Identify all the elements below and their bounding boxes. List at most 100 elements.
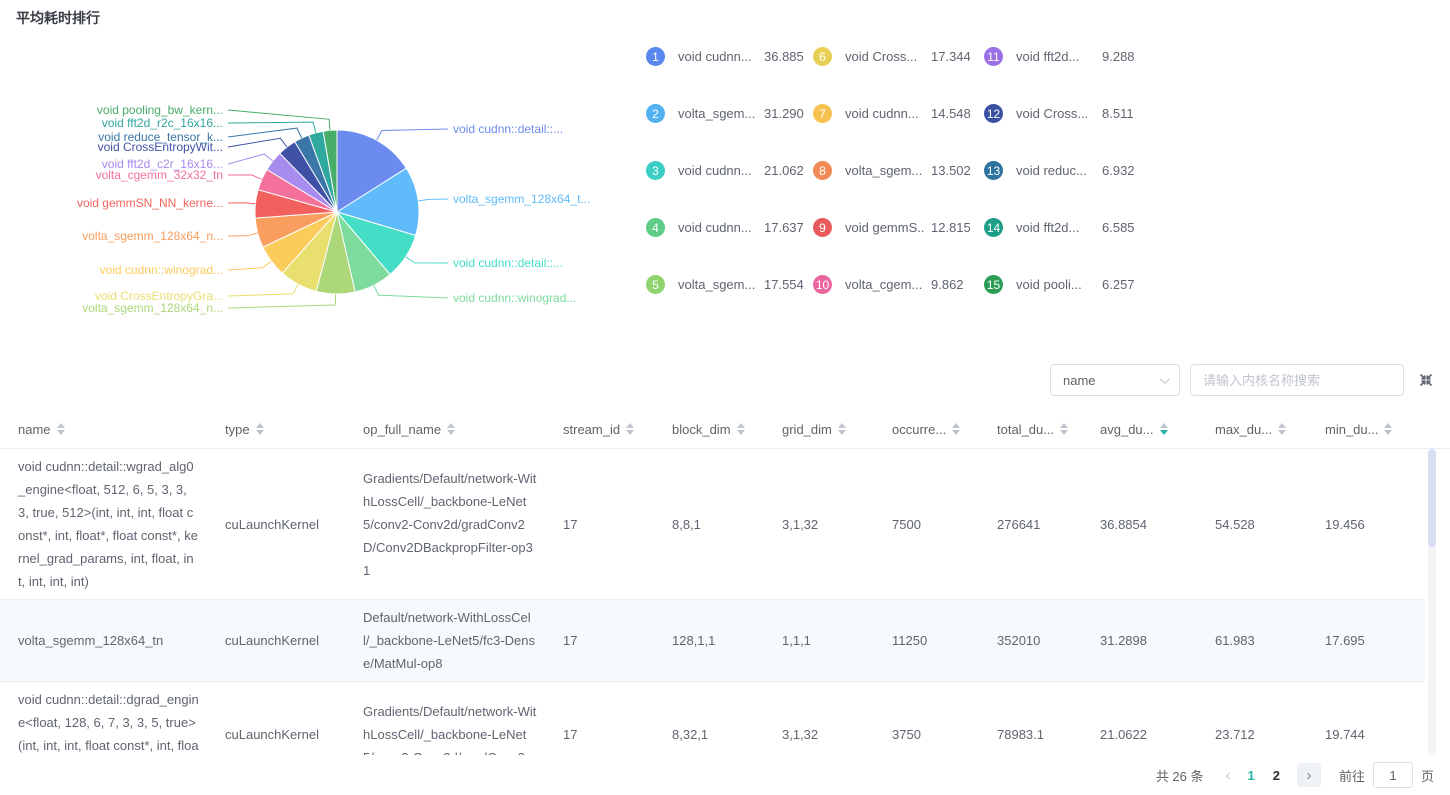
- column-header-name[interactable]: name: [0, 422, 207, 437]
- pie-label: void fft2d_r2c_16x16...: [102, 116, 223, 130]
- cell-grid_dim: 3,1,32: [764, 507, 874, 542]
- scrollbar-thumb[interactable]: [1428, 449, 1436, 547]
- column-header-type[interactable]: type: [207, 422, 345, 437]
- page-number-2[interactable]: 2: [1273, 768, 1280, 783]
- pie-label: void cudnn::winograd...: [453, 291, 576, 305]
- page-numbers: 12: [1239, 768, 1289, 783]
- column-header-op_full_name[interactable]: op_full_name: [345, 422, 545, 437]
- cell-max_duration: 23.712: [1197, 717, 1307, 752]
- column-label: block_dim: [672, 422, 731, 437]
- cell-block_dim: 128,1,1: [654, 623, 764, 658]
- cell-min_duration: 17.695: [1307, 623, 1425, 658]
- cell-total_duration: 78983.1: [979, 717, 1082, 752]
- legend-item[interactable]: 3void cudnn...21.062: [646, 142, 813, 199]
- legend-item[interactable]: 2volta_sgem...31.290: [646, 85, 813, 142]
- cell-name: void cudnn::detail::wgrad_alg0_engine<fl…: [0, 449, 207, 599]
- legend-item[interactable]: 4void cudnn...17.637: [646, 199, 813, 256]
- column-header-min_duration[interactable]: min_du...: [1307, 422, 1425, 437]
- legend-item[interactable]: 13void reduc...6.932: [984, 142, 1149, 199]
- chevron-down-icon: [1160, 374, 1170, 384]
- legend-item[interactable]: 5volta_sgem...17.554: [646, 256, 813, 313]
- prev-page-button[interactable]: ‹: [1226, 767, 1231, 784]
- cell-op_full_name: Default/network-WithLossCell/_backbone-L…: [345, 600, 545, 681]
- column-header-avg_duration[interactable]: avg_du...: [1082, 422, 1197, 437]
- column-header-grid_dim[interactable]: grid_dim: [764, 422, 874, 437]
- column-header-block_dim[interactable]: block_dim: [654, 422, 764, 437]
- column-label: name: [18, 422, 51, 437]
- rank-badge: 6: [813, 47, 832, 66]
- table-row: volta_sgemm_128x64_tncuLaunchKernelDefau…: [0, 600, 1425, 682]
- column-label: type: [225, 422, 250, 437]
- pagination-total: 共 26 条: [1156, 766, 1204, 785]
- column-label: occurre...: [892, 422, 946, 437]
- legend-avg-value: 9.862: [931, 277, 964, 292]
- fullscreen-icon[interactable]: [1418, 372, 1434, 388]
- column-header-occurrence[interactable]: occurre...: [874, 422, 979, 437]
- legend-kernel-name: void reduc...: [1016, 163, 1096, 178]
- legend-avg-value: 6.257: [1102, 277, 1135, 292]
- cell-name: void cudnn::detail::dgrad_engine<float, …: [0, 682, 207, 755]
- column-header-max_duration[interactable]: max_du...: [1197, 422, 1307, 437]
- legend-kernel-name: void cudnn...: [845, 106, 925, 121]
- column-header-stream_id[interactable]: stream_id: [545, 422, 654, 437]
- pie-label-line: [228, 138, 287, 147]
- pie-label: void CrossEntropyGra...: [95, 289, 223, 303]
- goto-label: 前往: [1339, 766, 1365, 785]
- pie-label: void gemmSN_NN_kerne...: [77, 196, 223, 210]
- pie-label-line: [406, 257, 448, 263]
- pie-label-line: [374, 285, 448, 298]
- cell-stream_id: 17: [545, 623, 654, 658]
- cell-block_dim: 8,32,1: [654, 717, 764, 752]
- legend-item[interactable]: 6void Cross...17.344: [813, 28, 984, 85]
- legend-avg-value: 8.511: [1102, 106, 1134, 121]
- table-header-row: name type op_full_name stream_id block_dim gr…: [0, 410, 1450, 448]
- legend-avg-value: 9.288: [1102, 49, 1135, 64]
- sort-carets-icon: [57, 423, 65, 435]
- sort-carets-icon: [838, 423, 846, 435]
- cell-occurrence: 11250: [874, 623, 979, 658]
- legend-kernel-name: void fft2d...: [1016, 220, 1096, 235]
- sort-carets-icon: [256, 423, 264, 435]
- sort-carets-icon: [737, 423, 745, 435]
- legend-item[interactable]: 11void fft2d...9.288: [984, 28, 1149, 85]
- filter-field-select[interactable]: name: [1050, 364, 1180, 396]
- rank-badge: 11: [984, 47, 1003, 66]
- sort-carets-icon: [1384, 423, 1392, 435]
- legend-item[interactable]: 12void Cross...8.511: [984, 85, 1149, 142]
- sort-carets-icon: [447, 423, 455, 435]
- cell-op_full_name: Gradients/Default/network-WithLossCell/_…: [345, 694, 545, 756]
- sort-carets-icon: [1160, 423, 1168, 435]
- column-header-total_duration[interactable]: total_du...: [979, 422, 1082, 437]
- legend-kernel-name: void cudnn...: [678, 163, 758, 178]
- page-number-1[interactable]: 1: [1248, 768, 1255, 783]
- kernel-table: name type op_full_name stream_id block_dim gr…: [0, 410, 1450, 755]
- filter-field-value: name: [1063, 373, 1096, 388]
- kernel-search-input[interactable]: [1190, 364, 1404, 396]
- cell-avg_duration: 36.8854: [1082, 507, 1197, 542]
- cell-total_duration: 352010: [979, 623, 1082, 658]
- legend-item[interactable]: 14void fft2d...6.585: [984, 199, 1149, 256]
- column-label: op_full_name: [363, 422, 441, 437]
- cell-grid_dim: 1,1,1: [764, 623, 874, 658]
- pie-label: void fft2d_c2r_16x16...: [102, 157, 223, 171]
- cell-avg_duration: 31.2898: [1082, 623, 1197, 658]
- cell-stream_id: 17: [545, 717, 654, 752]
- legend-item[interactable]: 7 void cudnn... 14.548: [813, 85, 984, 142]
- sort-carets-icon: [952, 423, 960, 435]
- rank-badge: 7: [813, 104, 832, 123]
- pie-label-line: [228, 261, 271, 270]
- pie-label-line: [228, 154, 273, 164]
- pie-label-line: [228, 294, 336, 308]
- pie-label: void cudnn::winograd...: [100, 263, 223, 277]
- legend-item[interactable]: 1void cudnn...36.885: [646, 28, 813, 85]
- legend-item[interactable]: 9void gemmS...12.815: [813, 199, 984, 256]
- legend-item[interactable]: 15void pooli...6.257: [984, 256, 1149, 313]
- next-page-button[interactable]: ›: [1297, 763, 1321, 787]
- goto-page-input[interactable]: [1373, 762, 1413, 788]
- legend-kernel-name: volta_sgem...: [678, 277, 758, 292]
- legend-avg-value: 14.548: [931, 106, 971, 121]
- legend-item[interactable]: 10volta_cgem...9.862: [813, 256, 984, 313]
- sort-carets-icon: [1060, 423, 1068, 435]
- column-label: stream_id: [563, 422, 620, 437]
- legend-item[interactable]: 8volta_sgem...13.502: [813, 142, 984, 199]
